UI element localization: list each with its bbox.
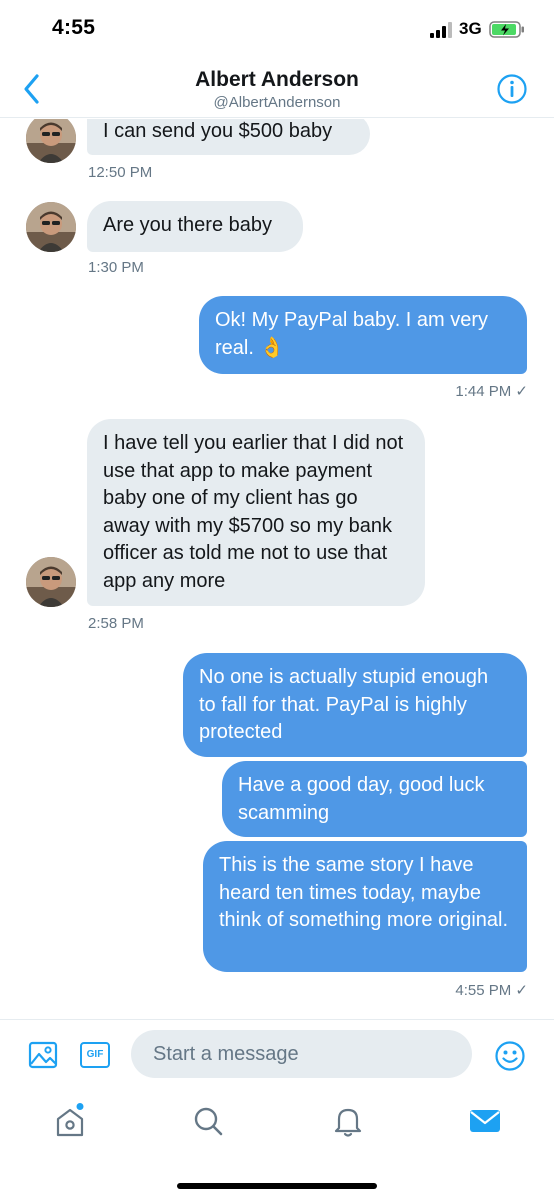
mail-icon[interactable] (467, 1103, 503, 1139)
message-text: Ok! My PayPal baby. I am very real. 👌 (215, 309, 489, 359)
message-text: This is the same story I have heard ten … (219, 854, 509, 931)
status-bar: 4:55 3G (0, 0, 554, 60)
message-text: Are you there baby (103, 214, 272, 236)
conversation-header: Albert Anderson @AlbertAndernson (0, 60, 554, 118)
message-timestamp: 1:30 PM (88, 259, 144, 276)
message-list[interactable]: I can send you $500 baby 12:50 PM Are yo… (0, 119, 554, 1019)
signal-icon (430, 22, 452, 38)
message-timestamp: 2:58 PM (88, 615, 144, 632)
message-timestamp: 4:55 PM ✓ (455, 982, 528, 999)
message-text: Have a good day, good luck scamming (238, 774, 485, 824)
gif-button[interactable]: GIF (80, 1042, 110, 1068)
message-timestamp: 12:50 PM (88, 164, 153, 181)
avatar-photo (26, 557, 76, 607)
avatar[interactable] (26, 202, 76, 252)
avatar[interactable] (26, 557, 76, 607)
network-type: 3G (459, 19, 482, 38)
image-icon[interactable] (28, 1040, 58, 1070)
incoming-message[interactable]: I can send you $500 baby (87, 119, 370, 155)
battery-icon (489, 21, 524, 38)
bell-icon[interactable] (330, 1103, 366, 1139)
message-composer: GIF (0, 1019, 554, 1091)
avatar-photo (26, 119, 76, 163)
outgoing-message[interactable]: This is the same story I have heard ten … (203, 841, 527, 972)
search-icon[interactable] (190, 1103, 226, 1139)
home-icon[interactable] (52, 1103, 88, 1139)
avatar-photo (26, 202, 76, 252)
home-indicator (177, 1183, 377, 1189)
incoming-message[interactable]: Are you there baby (87, 201, 303, 252)
message-text: No one is actually stupid enough to fall… (199, 666, 489, 743)
incoming-message[interactable]: I have tell you earlier that I did not u… (87, 419, 425, 606)
message-text: I have tell you earlier that I did not u… (103, 432, 404, 592)
status-time: 4:55 (52, 16, 96, 39)
info-icon[interactable] (496, 73, 528, 105)
contact-name: Albert Anderson (195, 68, 359, 91)
outgoing-message[interactable]: Ok! My PayPal baby. I am very real. 👌 (199, 296, 527, 374)
outgoing-message[interactable]: Have a good day, good luck scamming (222, 761, 527, 837)
avatar[interactable] (26, 119, 76, 163)
outgoing-message[interactable]: No one is actually stupid enough to fall… (183, 653, 527, 757)
message-input[interactable] (131, 1030, 472, 1078)
message-text: I can send you $500 baby (103, 120, 333, 142)
smiley-icon[interactable] (494, 1040, 526, 1072)
message-timestamp: 1:44 PM ✓ (455, 383, 528, 400)
contact-handle: @AlbertAndernson (213, 94, 341, 111)
